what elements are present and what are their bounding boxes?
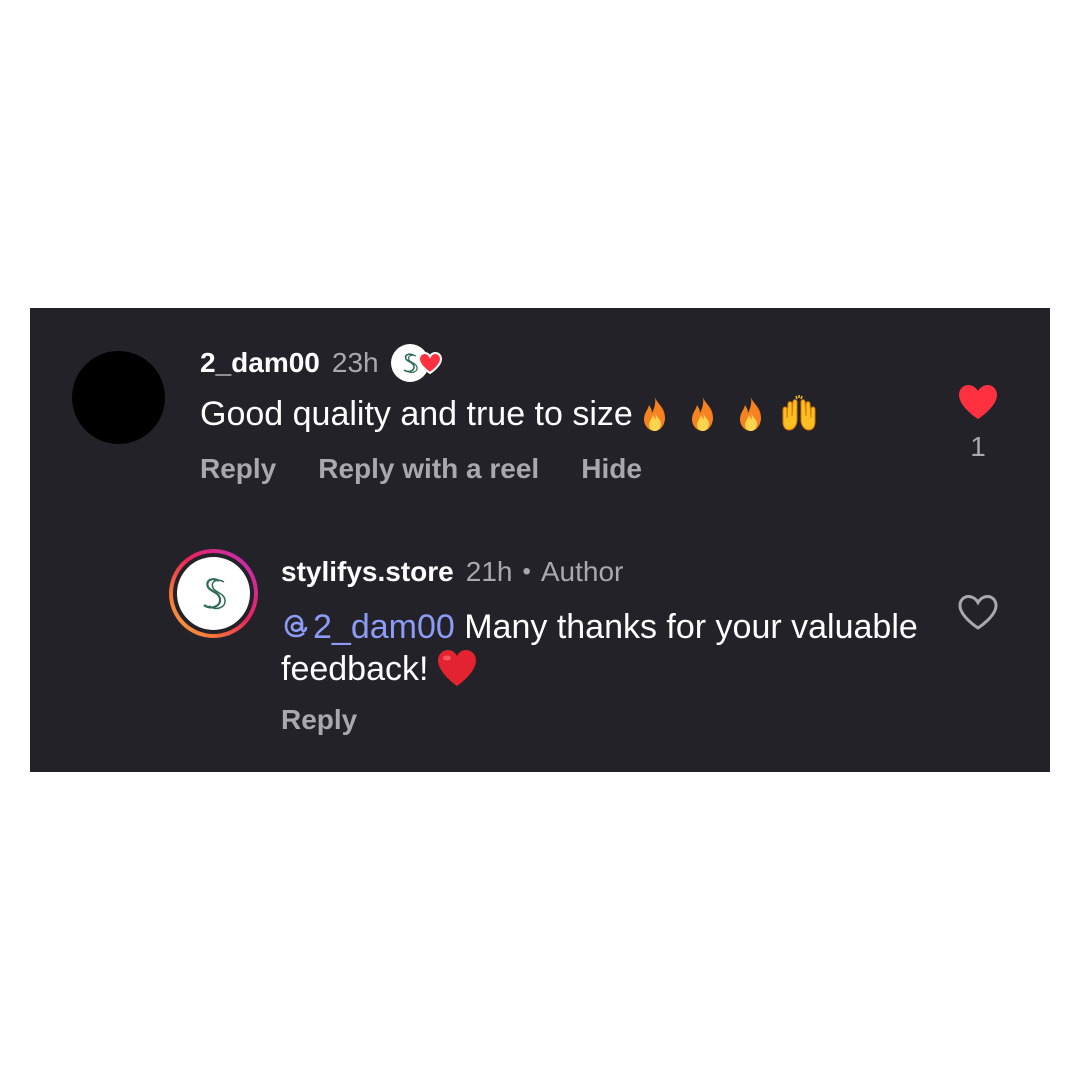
fire-emoji <box>739 397 761 431</box>
author-logo <box>177 557 250 630</box>
mention-username: 2_dam00 <box>313 608 455 646</box>
reply-header: stylifys.store 21h • Author <box>281 551 623 593</box>
mention-link[interactable]: 2_dam00 <box>281 608 455 646</box>
author-badge: Author <box>540 556 624 587</box>
comment-emojis <box>635 394 827 434</box>
author-liked-heart-icon <box>417 351 442 375</box>
reply-username[interactable]: stylifys.store <box>281 556 454 588</box>
author-liked-badge <box>390 343 442 383</box>
comment-username[interactable]: 2_dam00 <box>200 347 320 379</box>
heart-filled-icon[interactable] <box>957 383 999 421</box>
comments-panel: 2_dam00 23h Good quality and true to siz… <box>30 308 1050 772</box>
like-count: 1 <box>970 431 986 462</box>
fire-emoji <box>691 397 713 431</box>
reply-to-reply-button[interactable]: Reply <box>281 704 357 736</box>
comment-text: Good quality and true to size <box>200 394 827 434</box>
hide-button[interactable]: Hide <box>581 453 642 485</box>
reply-like-area <box>956 593 1000 631</box>
fire-emoji <box>643 397 665 431</box>
avatar-ring-gap <box>173 553 254 634</box>
reply-with-reel-button[interactable]: Reply with a reel <box>318 453 539 485</box>
red-heart-emoji <box>438 650 477 686</box>
reply-text: 2_dam00 Many thanks for your valuable fe… <box>281 606 921 690</box>
reply-separator: • <box>522 558 531 585</box>
comment-body: Good quality and true to size <box>200 394 633 433</box>
reply-time: 21h <box>465 556 513 587</box>
comment-like-area: 1 <box>956 383 1000 463</box>
threads-mention-icon <box>284 614 308 638</box>
comment-actions: Reply Reply with a reel Hide <box>200 453 642 485</box>
heart-outline-icon[interactable] <box>957 593 999 631</box>
comment-header: 2_dam00 23h <box>200 342 442 384</box>
reply-button[interactable]: Reply <box>200 453 276 485</box>
comment-time: 23h <box>331 347 379 378</box>
raising-hands-emoji <box>782 395 816 431</box>
commenter-avatar[interactable] <box>72 351 165 444</box>
reply-actions: Reply <box>281 704 357 736</box>
author-avatar[interactable] <box>169 549 258 638</box>
